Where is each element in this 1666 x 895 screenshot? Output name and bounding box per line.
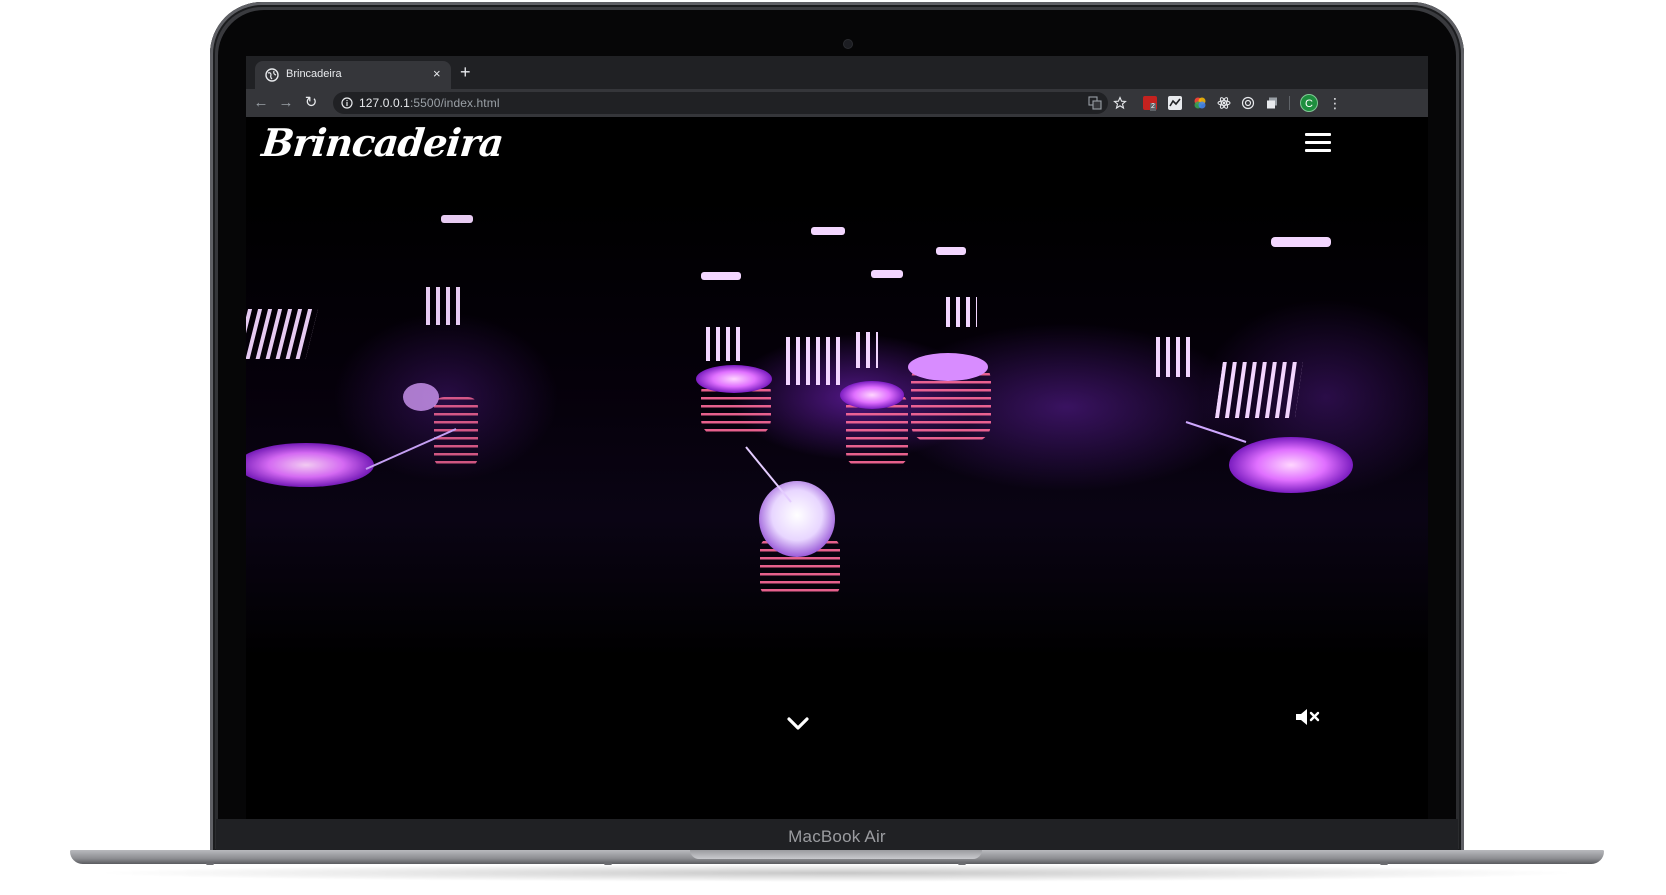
url-host: 127.0.0.1 bbox=[359, 96, 410, 110]
laptop-base bbox=[70, 850, 1604, 864]
forward-button[interactable]: → bbox=[277, 94, 295, 112]
laptop-foot bbox=[1380, 862, 1388, 865]
bookmark-star-icon[interactable] bbox=[1113, 96, 1127, 110]
laptop-foot bbox=[958, 862, 966, 865]
laptop-foot bbox=[206, 862, 214, 865]
color-picker-extension-icon[interactable] bbox=[1193, 96, 1207, 110]
url-text[interactable]: 127.0.0.1:5500/index.html bbox=[359, 96, 500, 110]
info-icon[interactable] bbox=[341, 97, 353, 109]
led-drummers-illustration bbox=[246, 215, 1353, 597]
browser-menu-icon[interactable]: ⋮ bbox=[1328, 94, 1342, 112]
chevron-down-icon[interactable] bbox=[787, 717, 809, 731]
laptop-notch bbox=[690, 850, 982, 859]
close-tab-icon[interactable]: × bbox=[433, 67, 441, 81]
address-bar[interactable]: 127.0.0.1:5500/index.html bbox=[333, 92, 1127, 114]
browser-toolbar: ← → ↻ 127.0.0.1:5500/index.html 2 C ⋮ bbox=[246, 89, 1428, 117]
hamburger-icon[interactable] bbox=[1305, 133, 1331, 153]
profile-avatar[interactable]: C bbox=[1300, 94, 1318, 112]
browser-tab[interactable]: Brincadeira × bbox=[255, 61, 451, 89]
site-logo[interactable]: Brincadeira bbox=[260, 120, 506, 165]
hero-video[interactable] bbox=[246, 197, 1428, 657]
speaker-muted-icon[interactable] bbox=[1295, 707, 1321, 727]
adblock-extension-icon[interactable]: 2 bbox=[1143, 96, 1157, 111]
tab-title: Brincadeira bbox=[286, 68, 342, 80]
translate-icon[interactable] bbox=[1088, 96, 1102, 110]
camera-icon bbox=[844, 40, 852, 48]
toolbar-divider bbox=[1289, 96, 1290, 110]
laptop-shadow bbox=[90, 864, 1584, 882]
tab-strip: Brincadeira × + bbox=[246, 56, 1428, 89]
globe-icon bbox=[265, 68, 279, 82]
target-extension-icon[interactable] bbox=[1241, 96, 1255, 110]
chart-extension-icon[interactable] bbox=[1168, 96, 1182, 110]
website-page: Brincadeira bbox=[246, 117, 1428, 819]
laptop-foot bbox=[604, 862, 612, 865]
laptop-mockup: Brincadeira × + ← → ↻ 127.0.0.1:5500/ind… bbox=[0, 0, 1666, 895]
extension-badge: 2 bbox=[1150, 103, 1156, 111]
url-path: :5500/index.html bbox=[409, 96, 500, 110]
back-button[interactable]: ← bbox=[252, 94, 270, 112]
device-model-label: MacBook Air bbox=[788, 827, 886, 846]
reload-button[interactable]: ↻ bbox=[302, 94, 320, 112]
browser-window: Brincadeira × + ← → ↻ 127.0.0.1:5500/ind… bbox=[246, 56, 1428, 819]
new-tab-button[interactable]: + bbox=[460, 62, 471, 82]
laptop-chin: MacBook Air bbox=[216, 819, 1458, 854]
react-devtools-icon[interactable] bbox=[1217, 96, 1231, 110]
copy-extension-icon[interactable] bbox=[1265, 96, 1279, 110]
